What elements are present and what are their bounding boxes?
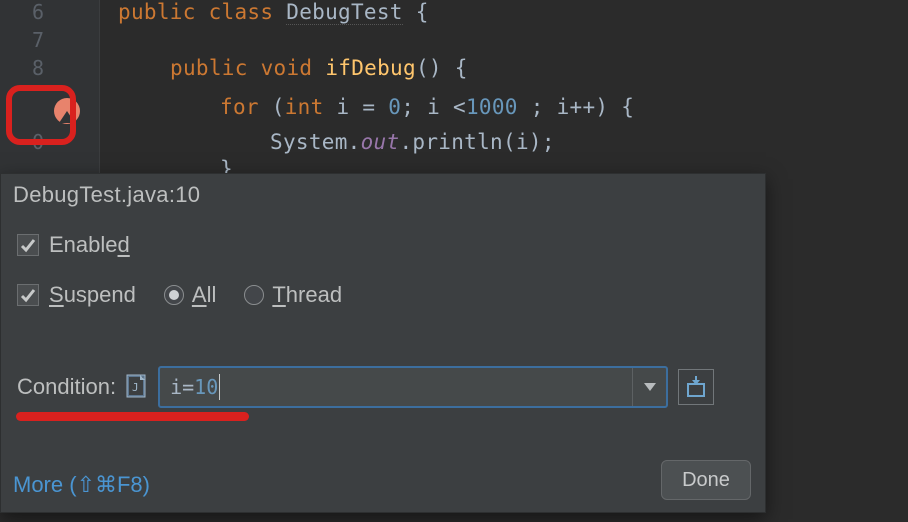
suspend-row: Suspend All Thread: [17, 282, 342, 308]
text-caret: [219, 374, 220, 400]
line-number: 8: [0, 56, 44, 80]
expand-condition-icon[interactable]: [678, 369, 714, 405]
condition-input[interactable]: i=10: [158, 366, 668, 408]
breakpoint-icon[interactable]: [54, 98, 80, 124]
suspend-all-label: All: [192, 282, 216, 308]
suspend-checkbox[interactable]: [17, 284, 39, 306]
condition-row: Condition: J i=10: [17, 366, 714, 408]
enabled-label: Enabled: [49, 232, 130, 258]
code-line: public void ifDebug() {: [170, 56, 468, 80]
popup-title: DebugTest.java:10: [13, 182, 200, 208]
svg-text:J: J: [132, 381, 139, 394]
enabled-row: Enabled: [17, 232, 130, 258]
line-number: 0: [0, 130, 44, 154]
done-button[interactable]: Done: [661, 460, 751, 500]
suspend-thread-radio[interactable]: [244, 285, 264, 305]
annotation-red-underline: [16, 412, 249, 421]
code-line: public class DebugTest {: [118, 0, 429, 24]
code-area[interactable]: public class DebugTest { public void ifD…: [100, 0, 908, 175]
code-line: System.out.println(i);: [270, 130, 555, 154]
condition-label: Condition:: [17, 374, 116, 400]
line-number: 6: [0, 0, 44, 24]
language-file-icon: J: [126, 374, 148, 400]
condition-history-dropdown[interactable]: [632, 368, 666, 406]
code-editor: 6 7 8 0 public class DebugTest { public …: [0, 0, 908, 522]
suspend-thread-label: Thread: [272, 282, 342, 308]
breakpoint-popup: DebugTest.java:10 Enabled Suspend All Th…: [0, 173, 766, 513]
code-line: for (int i = 0; i <1000 ; i++) {: [220, 95, 634, 119]
enabled-checkbox[interactable]: [17, 234, 39, 256]
more-link[interactable]: More (⇧⌘F8): [13, 472, 150, 498]
editor-gutter[interactable]: 6 7 8 0: [0, 0, 100, 175]
suspend-all-radio[interactable]: [164, 285, 184, 305]
line-number: 7: [0, 28, 44, 52]
suspend-label: Suspend: [49, 282, 136, 308]
